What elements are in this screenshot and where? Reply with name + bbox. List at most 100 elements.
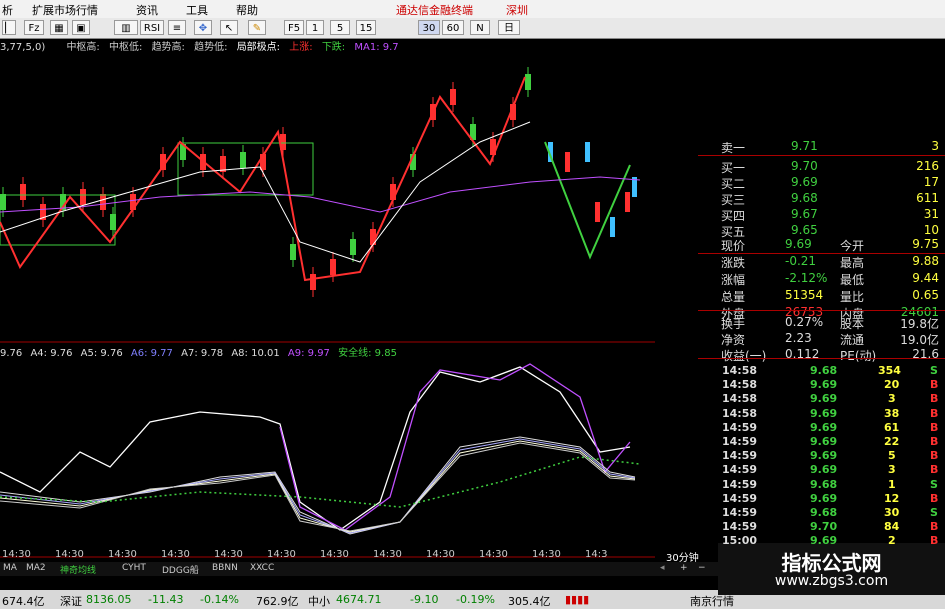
toolbar: ▏ Fz ▦ ▣ ▥ RSI ≡ ✥ ↖ ✎ F5 1 5 15 30 60 N… [0,18,945,39]
trade-volume: 5 [888,449,896,463]
candle-body [595,202,600,222]
menu-item-news[interactable]: 资讯 [136,2,158,18]
trade-time: 15:00 [722,534,758,548]
rsi-icon[interactable]: RSI [140,20,164,35]
trade-volume: 3 [888,392,896,406]
grid-icon[interactable]: ▦ [50,20,68,35]
time-axis-label: 14:30 [214,549,243,560]
trade-side: S [930,506,938,519]
candle-body [330,259,336,275]
stat-value: 9.44 [912,271,939,285]
watermark-title: 指标公式网 [781,551,882,575]
tab-ma[interactable]: MA [3,563,17,573]
fz-icon[interactable]: Fz [24,20,44,35]
period-1-button[interactable]: 1 [306,20,324,35]
status-market-label[interactable]: 南京行情 [690,593,734,609]
period-day-button[interactable]: 日 [498,20,520,35]
trade-row: 14:58 9.69 20 B [720,378,945,391]
period-30-button[interactable]: 30 [418,20,440,35]
menu-item-tools[interactable]: 工具 [186,2,208,18]
stat-value: -2.12% [785,271,828,285]
trade-time: 14:59 [722,449,758,463]
quote-stat-row: 涨幅 -2.12% 最低 9.44 [655,270,945,288]
trade-time: 14:59 [722,420,758,434]
trade-row: 14:59 9.69 5 B [720,449,945,462]
trade-price: 9.69 [810,406,838,420]
tab-cyht[interactable]: CYHT [122,563,146,573]
candle-body [350,239,356,255]
bars-icon[interactable]: ▥ [114,20,138,35]
tab-ddgg[interactable]: DDGG船 [162,563,199,576]
quote-stat-row: 现价 9.69 今开 9.75 [655,236,945,254]
trade-time: 14:58 [722,392,758,406]
trade-row: 14:58 9.68 354 S [720,364,945,377]
menu-item-analysis[interactable]: 析 [2,2,13,18]
move-icon[interactable]: ✥ [194,20,212,35]
upper-lines-group [0,76,641,282]
trade-row: 14:59 9.69 22 B [720,435,945,448]
period-60-button[interactable]: 60 [442,20,464,35]
stat-label: 现价 [721,239,746,253]
status-idx1-name: 深证 [60,595,82,608]
status-idx1-value: 8136.05 [86,593,132,606]
pen-icon[interactable]: ✎ [248,20,266,35]
buy-volume: 611 [916,191,939,205]
trade-time: 14:58 [722,364,758,377]
candle-body [565,152,570,172]
trade-row: 14:59 9.70 84 B [720,520,945,533]
buy-price: 9.65 [791,223,818,237]
sell1-label: 卖一 [721,141,746,155]
tab-ma2[interactable]: MA2 [26,563,46,573]
stat-value: 9.88 [912,254,939,268]
period-15-button[interactable]: 15 [356,20,376,35]
window-icon[interactable]: ▣ [72,20,90,35]
quote-stat-row: 总量 51354 量比 0.65 [655,287,945,305]
tab-magic-ma[interactable]: 神奇均线 [60,563,96,576]
status-idx2-change: -9.10 [410,593,439,606]
trade-volume: 30 [884,506,900,519]
stat-label: 收益(一) [721,349,767,363]
period-n-button[interactable]: N [470,20,490,35]
trade-side: B [930,392,939,406]
menu-item-extended-market[interactable]: 扩展市场行情 [32,2,98,18]
trade-volume: 3 [888,463,896,477]
menu-item-help[interactable]: 帮助 [236,2,258,18]
zoom-in-icon[interactable]: + [680,563,688,573]
candle-body [610,217,615,237]
trade-price: 9.69 [810,491,838,505]
trade-time: 14:59 [722,506,758,519]
trade-price: 9.69 [810,449,838,463]
f5-icon[interactable]: F5 [284,20,304,35]
lower-lines-group [0,363,641,535]
time-axis-label: 14:30 [479,549,508,560]
trade-time: 14:59 [722,477,758,491]
tab-bbnn[interactable]: BBNN [212,563,238,573]
candle-body [0,194,6,210]
zoom-out-icon[interactable]: − [698,563,706,573]
cursor-icon[interactable]: ↖ [220,20,238,35]
trade-volume: 22 [884,435,900,448]
buy-price: 9.69 [791,175,818,189]
time-axis-label: 14:30 [426,549,455,560]
time-axis-label: 14:30 [161,549,190,560]
scroll-left-icon[interactable]: ◂ [660,563,665,573]
stat-value: 9.69 [785,237,812,251]
toolbar-button-left[interactable]: ▏ [2,20,16,35]
list-icon[interactable]: ≡ [168,20,186,35]
kline-chart[interactable]: 2%1%0%-1%-2%-3%-4% 10.4010.2010.009.809.… [0,52,720,562]
buy-volume: 17 [923,175,939,189]
candle-body [450,89,456,105]
period-5-button[interactable]: 5 [330,20,350,35]
trade-row: 14:59 9.69 61 B [720,421,945,434]
tab-xxcc[interactable]: XXCC [250,563,274,573]
trade-time: 14:59 [722,435,758,448]
status-idx2-amount: 305.4亿 [508,595,551,608]
trade-row: 15:00 9.69 2 B [720,534,945,547]
trade-price: 9.68 [810,477,838,491]
buy-price: 9.67 [791,207,818,221]
stat-value: 2.23 [785,331,812,345]
ma-value-safety: 安全线: 9.85 [338,348,397,359]
ma-value-a6: A6: 9.77 [130,348,173,359]
indicator-tabs: MA MA2 神奇均线 CYHT DDGG船 BBNN XXCC ◂ + − [0,562,720,576]
trade-volume: 354 [878,364,901,377]
